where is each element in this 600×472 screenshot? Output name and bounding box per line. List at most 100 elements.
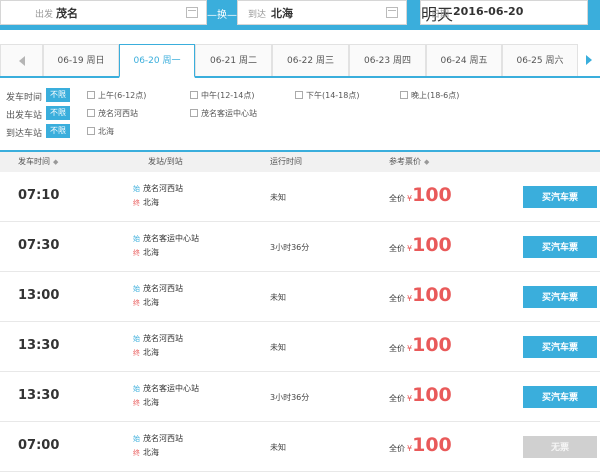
swap-button[interactable]: —换— bbox=[207, 6, 237, 21]
from-station: 始茂名河西站 bbox=[133, 334, 183, 343]
price: 全价 ¥100 bbox=[389, 384, 452, 406]
duration: 未知 bbox=[270, 343, 286, 352]
filter-option[interactable]: 下午(14-18点) bbox=[295, 90, 360, 101]
to-field[interactable]: 到达 北海 bbox=[237, 0, 407, 25]
from-station: 始茂名河西站 bbox=[133, 184, 183, 193]
header-depart-time[interactable]: 发车时间 ◆ bbox=[18, 156, 58, 167]
header-duration: 运行时间 bbox=[270, 157, 302, 166]
from-value: 茂名 bbox=[56, 7, 78, 20]
filter-option[interactable]: 茂名客运中心站 bbox=[190, 108, 257, 119]
duration: 3小时36分 bbox=[270, 393, 310, 402]
checkbox-icon[interactable] bbox=[295, 91, 303, 99]
date-tab-active[interactable]: 06-20 周一 bbox=[119, 44, 195, 78]
next-dates-arrow-icon[interactable] bbox=[578, 44, 600, 76]
duration: 3小时36分 bbox=[270, 243, 310, 252]
table-row: 07:00 始茂名河西站终北海 未知 全价 ¥100 无票 bbox=[0, 422, 600, 472]
sort-icon[interactable]: ◆ bbox=[424, 158, 429, 166]
from-field[interactable]: 出发 茂名 bbox=[0, 0, 207, 25]
search-bar: 出发 茂名 —换— 到达 北海 日期 2016-06-20 明天 bbox=[0, 0, 600, 30]
filters: 发车时间 不限 上午(6-12点) 中午(12-14点) 下午(14-18点) … bbox=[0, 88, 600, 140]
filter-option[interactable]: 茂名河西站 bbox=[87, 108, 138, 119]
filter-arrive-station: 到达车站 不限 北海 bbox=[0, 124, 600, 140]
filter-option[interactable]: 晚上(18-6点) bbox=[400, 90, 459, 101]
date-field[interactable]: 日期 2016-06-20 明天 bbox=[420, 0, 588, 25]
table-row: 13:00 始茂名河西站终北海 未知 全价 ¥100 买汽车票 bbox=[0, 272, 600, 322]
header-stations: 发站/到站 bbox=[148, 157, 183, 166]
date-tab[interactable]: 06-21 周二 bbox=[195, 44, 272, 76]
table-row: 07:30 始茂名客运中心站终北海 3小时36分 全价 ¥100 买汽车票 bbox=[0, 222, 600, 272]
duration: 未知 bbox=[270, 443, 286, 452]
end-tag: 终 bbox=[133, 199, 140, 207]
depart-time: 07:10 bbox=[18, 188, 60, 203]
start-tag: 始 bbox=[133, 285, 140, 293]
checkbox-icon[interactable] bbox=[87, 127, 95, 135]
checkbox-icon[interactable] bbox=[87, 109, 95, 117]
checkbox-icon[interactable] bbox=[87, 91, 95, 99]
calendar-icon bbox=[386, 7, 398, 18]
to-station: 终北海 bbox=[133, 298, 159, 307]
end-tag: 终 bbox=[133, 349, 140, 357]
filter-option[interactable]: 中午(12-14点) bbox=[190, 90, 255, 101]
to-value: 北海 bbox=[271, 7, 293, 20]
sort-icon[interactable]: ◆ bbox=[53, 158, 58, 166]
duration: 未知 bbox=[270, 293, 286, 302]
filter-label: 出发车站 bbox=[6, 111, 43, 121]
price: 全价 ¥100 bbox=[389, 184, 452, 206]
buy-ticket-button[interactable]: 买汽车票 bbox=[523, 286, 597, 308]
date-tab[interactable]: 06-25 周六 bbox=[502, 44, 578, 76]
date-tab[interactable]: 06-19 周日 bbox=[43, 44, 119, 76]
from-station: 始茂名河西站 bbox=[133, 284, 183, 293]
start-tag: 始 bbox=[133, 235, 140, 243]
filter-depart-time: 发车时间 不限 上午(6-12点) 中午(12-14点) 下午(14-18点) … bbox=[0, 88, 600, 104]
date-tab[interactable]: 06-23 周四 bbox=[349, 44, 426, 76]
table-header: 发车时间 ◆ 发站/到站 运行时间 参考票价 ◆ bbox=[0, 150, 600, 172]
header-price[interactable]: 参考票价 ◆ bbox=[389, 156, 429, 167]
filter-depart-station: 出发车站 不限 茂名河西站 茂名客运中心站 bbox=[0, 106, 600, 122]
buy-ticket-button[interactable]: 买汽车票 bbox=[523, 336, 597, 358]
buy-ticket-button[interactable]: 买汽车票 bbox=[523, 236, 597, 258]
filter-option[interactable]: 上午(6-12点) bbox=[87, 90, 146, 101]
table-row: 07:10 始茂名河西站终北海 未知 全价 ¥100 买汽车票 bbox=[0, 172, 600, 222]
to-station: 终北海 bbox=[133, 448, 159, 457]
checkbox-icon[interactable] bbox=[190, 91, 198, 99]
checkbox-icon[interactable] bbox=[190, 109, 198, 117]
date-tab[interactable]: 06-22 周三 bbox=[272, 44, 349, 76]
depart-time: 13:30 bbox=[18, 388, 60, 403]
duration: 未知 bbox=[270, 193, 286, 202]
end-tag: 终 bbox=[133, 299, 140, 307]
filter-all-button[interactable]: 不限 bbox=[46, 124, 70, 138]
table-row: 13:30 始茂名河西站终北海 未知 全价 ¥100 买汽车票 bbox=[0, 322, 600, 372]
filter-all-button[interactable]: 不限 bbox=[46, 106, 70, 120]
to-station: 终北海 bbox=[133, 398, 159, 407]
depart-time: 07:30 bbox=[18, 238, 60, 253]
to-label: 到达 bbox=[248, 10, 267, 20]
price: 全价 ¥100 bbox=[389, 434, 452, 456]
sold-out-button: 无票 bbox=[523, 436, 597, 458]
start-tag: 始 bbox=[133, 385, 140, 393]
filter-label: 发车时间 bbox=[6, 93, 43, 103]
depart-time: 13:30 bbox=[18, 338, 60, 353]
buy-ticket-button[interactable]: 买汽车票 bbox=[523, 386, 597, 408]
checkbox-icon[interactable] bbox=[400, 91, 408, 99]
to-station: 终北海 bbox=[133, 348, 159, 357]
price: 全价 ¥100 bbox=[389, 284, 452, 306]
filter-label: 到达车站 bbox=[6, 129, 43, 139]
prev-dates-arrow-icon[interactable] bbox=[0, 44, 43, 76]
start-tag: 始 bbox=[133, 185, 140, 193]
filter-all-button[interactable]: 不限 bbox=[46, 88, 70, 102]
depart-time: 07:00 bbox=[18, 438, 60, 453]
buy-ticket-button[interactable]: 买汽车票 bbox=[523, 186, 597, 208]
end-tag: 终 bbox=[133, 249, 140, 257]
end-tag: 终 bbox=[133, 399, 140, 407]
from-label: 出发 bbox=[35, 10, 54, 20]
date-label: 日期 bbox=[431, 10, 450, 20]
end-tag: 终 bbox=[133, 449, 140, 457]
price: 全价 ¥100 bbox=[389, 334, 452, 356]
start-tag: 始 bbox=[133, 335, 140, 343]
filter-option[interactable]: 北海 bbox=[87, 126, 114, 137]
date-tab[interactable]: 06-24 周五 bbox=[426, 44, 502, 76]
calendar-icon bbox=[186, 7, 198, 18]
date-tabs: 06-19 周日 06-20 周一 06-21 周二 06-22 周三 06-2… bbox=[0, 44, 600, 78]
date-value: 2016-06-20 bbox=[453, 5, 524, 18]
from-station: 始茂名客运中心站 bbox=[133, 234, 199, 243]
